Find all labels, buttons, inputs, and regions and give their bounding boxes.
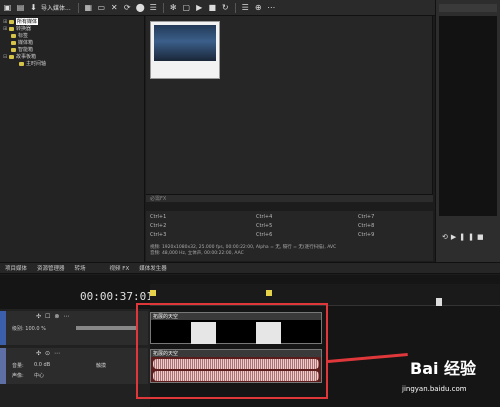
video-track-header[interactable]: ✣☐⊗⋯ 级别: 100.0 % [0,311,148,345]
tab-project-media[interactable]: 项目媒体 [0,264,32,272]
zoom-icon[interactable]: ⊕ [253,2,264,13]
shortcut-label[interactable]: Ctrl+2 [150,223,166,229]
folder-icon [9,54,14,59]
grid-icon[interactable]: ▦ [83,2,94,13]
snap-icon[interactable]: ⬤ [135,2,146,13]
watermark-logo: Bai 经验 [410,359,477,378]
video-level-label[interactable]: 级别: 100.0 % [12,325,46,332]
more-icon[interactable]: ⋯ [266,2,277,13]
shortcut-label[interactable]: Ctrl+7 [358,214,374,220]
touch-mode[interactable]: 触摸 [96,362,106,369]
shortcut-label[interactable]: Ctrl+3 [150,232,166,238]
media-list-panel [146,16,433,194]
level-slider[interactable] [76,326,136,330]
tab-media-generators[interactable]: 媒体发生器 [134,264,172,272]
marker-mid-icon[interactable] [266,290,272,296]
tree-item-storyboard[interactable]: ⊟ 故事板箱 [3,53,144,61]
transport-controls[interactable]: ⟲▶❚❚■ [442,233,487,241]
list-icon[interactable]: ☰ [240,2,251,13]
refresh-icon[interactable]: ⟳ [122,2,133,13]
new-project-icon[interactable]: ▣ [2,2,13,13]
media-info: 视频: 1920x1080x32, 25.000 fps, 00:00:22:0… [146,243,433,261]
fx-label: 必需FX [150,196,167,202]
tree-item-all-media[interactable]: ⊞ 所有媒体 [3,18,144,25]
folder-icon [11,33,16,38]
tree-item-tags[interactable]: 标签 [3,32,144,39]
tree-item-label: 所有媒体 [16,18,39,25]
preview-icon[interactable]: ▢ [181,2,192,13]
shortcut-label[interactable]: Ctrl+4 [256,214,272,220]
shortcut-label[interactable]: Ctrl+8 [358,223,374,229]
toolbar-divider [162,2,164,13]
timecode-display: 00:00:37:01 [80,290,153,303]
loop-icon[interactable]: ↻ [220,2,231,13]
tree-item-main-timeline[interactable]: 主时间轴 [3,60,144,67]
folder-icon [11,47,16,52]
tab-transitions[interactable]: 转场 [70,264,91,272]
highlight-box [136,303,328,399]
shortcut-label[interactable]: Ctrl+6 [256,232,272,238]
pan-value[interactable]: 中心 [34,372,44,379]
docked-window-tabs: 项目媒体 资源管理器 转场 视频 FX 媒体发生器 [0,262,500,274]
preview-panel: ⟲▶❚❚■ [435,0,500,262]
expand-icon[interactable]: ⊞ [3,26,7,32]
shortcut-grid: Ctrl+1 Ctrl+4 Ctrl+7 Ctrl+2 Ctrl+5 Ctrl+… [146,211,433,243]
fx-bar: 必需FX [146,194,433,202]
shortcut-label[interactable]: Ctrl+1 [150,214,166,220]
toolbar-divider [77,2,79,13]
track-controls-icons[interactable]: ✣⊙⋯ [36,350,64,357]
tree-item-smart-bins[interactable]: 智能箱 [3,46,144,53]
settings-icon[interactable]: ✻ [168,2,179,13]
shortcut-label[interactable]: Ctrl+5 [256,223,272,229]
preview-screen [439,16,497,216]
collapse-icon[interactable]: ⊟ [3,54,7,60]
shortcut-label[interactable]: Ctrl+9 [358,232,374,238]
views-icon[interactable]: ☰ [148,2,159,13]
tab-explorer[interactable]: 资源管理器 [32,264,70,272]
tree-item-label: 媒体箱 [18,40,34,46]
tree-item-label: 主时间轴 [26,61,47,67]
folder-icon [9,26,14,31]
volume-value[interactable]: 0.0 dB [34,362,50,368]
import-media-button[interactable]: 导入媒体... [41,3,71,12]
tree-item-label: 故事板箱 [16,54,37,60]
toolbar-divider [234,2,236,13]
playhead-icon[interactable] [436,298,442,306]
tree-item-label: 智能箱 [18,47,34,53]
preview-toolbar [439,4,497,12]
delete-icon[interactable]: ✕ [109,2,120,13]
volume-label: 音量: [12,363,24,369]
tree-item-converter[interactable]: ⊞ 转换器 [3,25,144,33]
tree-item-label: 标签 [18,33,29,39]
marker-start-icon[interactable] [150,290,156,296]
watermark-url: jingyan.baidu.com [402,385,467,393]
tree-item-media-bins[interactable]: 媒体箱 [3,39,144,46]
thumbnail-image [154,25,216,61]
folder-icon[interactable]: ▭ [96,2,107,13]
track-controls-icons[interactable]: ✣☐⊗⋯ [36,313,73,320]
audio-track-header[interactable]: ✣⊙⋯ 音量: 0.0 dB 触摸 声像: 中心 [0,348,148,384]
folder-icon [19,61,24,66]
project-media-tree: ⊞ 所有媒体 ⊞ 转换器 标签 媒体箱 智能箱 ⊟ 故事板箱 主时间轴 [0,16,145,262]
folder-icon [11,40,16,45]
main-toolbar: ▣ ▤ ⬇ 导入媒体... ▦ ▭ ✕ ⟳ ⬤ ☰ ✻ ▢ ▶ ■ ↻ ☰ ⊕ … [0,0,435,16]
folder-icon [9,19,14,24]
tree-item-label: 转换器 [16,26,32,32]
import-media-icon[interactable]: ⬇ [28,2,39,13]
expand-icon[interactable]: ⊞ [3,19,7,25]
tab-video-fx[interactable]: 视频 FX [105,264,135,272]
pan-label: 声像: [12,373,24,379]
media-thumbnail[interactable] [150,21,220,79]
audio-info-line: 音频: 48,000 Hz, 立体声, 00:00:22:00, AAC [150,251,244,256]
open-icon[interactable]: ▤ [15,2,26,13]
play-icon[interactable]: ▶ [194,2,205,13]
stop-icon[interactable]: ■ [207,2,218,13]
